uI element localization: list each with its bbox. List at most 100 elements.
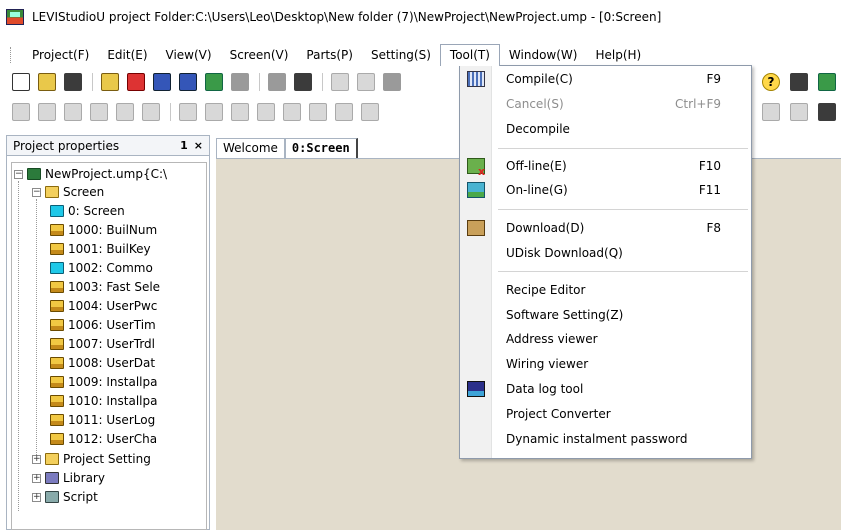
menu-item-download[interactable]: Download(D) F8 xyxy=(460,217,751,239)
menu-item-label: Compile(C) xyxy=(506,72,573,86)
center-horizontal-icon[interactable] xyxy=(283,103,301,121)
menu-item-offline[interactable]: x Off-line(E) F10 xyxy=(460,155,751,177)
tree-screen-folder-label: Screen xyxy=(63,185,105,199)
menu-item-label: On-line(G) xyxy=(506,183,568,197)
ungroup-icon[interactable] xyxy=(142,103,160,121)
close-icon[interactable]: × xyxy=(194,139,203,152)
menu-edit[interactable]: Edit(E) xyxy=(98,44,156,66)
menu-window[interactable]: Window(W) xyxy=(500,44,587,66)
same-width-icon[interactable] xyxy=(335,103,353,121)
menu-screen[interactable]: Screen(V) xyxy=(221,44,298,66)
cut-icon[interactable] xyxy=(331,73,349,91)
menu-item-dynamic-instalment-password[interactable]: Dynamic instalment password xyxy=(460,428,751,450)
tab-welcome[interactable]: Welcome xyxy=(216,138,285,158)
menu-item-data-log-tool[interactable]: Data log tool xyxy=(460,378,751,400)
document-tabs: Welcome 0:Screen xyxy=(216,136,358,158)
tree-script-label: Script xyxy=(63,490,98,504)
new-screen-icon[interactable] xyxy=(101,73,119,91)
menu-tool[interactable]: Tool(T) xyxy=(439,44,500,66)
tree-project-setting[interactable]: + Project Setting xyxy=(32,450,151,468)
tree-screen-item[interactable]: 1009: Installpa xyxy=(50,373,158,391)
text-icon[interactable] xyxy=(790,103,808,121)
window-list-icon[interactable] xyxy=(231,73,249,91)
menubar-grip[interactable] xyxy=(10,47,13,63)
menu-parts[interactable]: Parts(P) xyxy=(297,44,362,66)
menu-item-software-setting[interactable]: Software Setting(Z) xyxy=(460,304,751,326)
tab-screen[interactable]: 0:Screen xyxy=(284,138,358,158)
menu-view[interactable]: View(V) xyxy=(157,44,221,66)
tree-screen-label: 1001: BuilKey xyxy=(68,242,151,256)
menu-setting[interactable]: Setting(S) xyxy=(362,44,440,66)
tree-screen-label: 1002: Commo xyxy=(68,261,153,275)
rotate-right-icon[interactable] xyxy=(205,103,223,121)
delete-screen-icon[interactable] xyxy=(127,73,145,91)
menu-project[interactable]: Project(F) xyxy=(23,44,98,66)
help-icon[interactable]: ? xyxy=(762,73,780,91)
copy-screen-icon[interactable] xyxy=(179,73,197,91)
collapse-icon[interactable]: − xyxy=(32,187,41,197)
align-right-icon[interactable] xyxy=(38,103,56,121)
tree-script[interactable]: + Script xyxy=(32,488,98,506)
online-toolbar-icon[interactable] xyxy=(818,73,836,91)
tree-screen-folder[interactable]: − Screen xyxy=(32,183,104,201)
save-icon[interactable] xyxy=(268,73,286,91)
tree-screen-item[interactable]: 1008: UserDat xyxy=(50,354,155,372)
tree-library[interactable]: + Library xyxy=(32,469,105,487)
menu-help[interactable]: Help(H) xyxy=(586,44,650,66)
expand-icon[interactable]: + xyxy=(32,454,41,464)
tree-screen-item[interactable]: 1007: UserTrdl xyxy=(50,335,155,353)
save-all-icon[interactable] xyxy=(294,73,312,91)
pin-icon[interactable]: 1 xyxy=(180,139,188,152)
menu-item-decompile[interactable]: Decompile xyxy=(460,118,751,140)
align-top-icon[interactable] xyxy=(231,103,249,121)
tree-screen-item[interactable]: 1004: UserPwc xyxy=(50,297,157,315)
same-height-icon[interactable] xyxy=(361,103,379,121)
tree-screen-item[interactable]: 1001: BuilKey xyxy=(50,240,151,258)
open-project-icon[interactable] xyxy=(38,73,56,91)
paste-icon[interactable] xyxy=(383,73,401,91)
frame-icon[interactable] xyxy=(762,103,780,121)
data-log-toolbar-icon[interactable] xyxy=(790,73,808,91)
tree-root[interactable]: − NewProject.ump{C:\ xyxy=(14,165,167,183)
project-tree[interactable]: − NewProject.ump{C:\ − Screen 0: Screen … xyxy=(11,162,207,530)
copy-icon[interactable] xyxy=(357,73,375,91)
tree-screen-item[interactable]: 1002: Commo xyxy=(50,259,153,277)
tree-screen-item[interactable]: 0: Screen xyxy=(50,202,125,220)
library-icon xyxy=(45,472,59,484)
screen-open-icon[interactable] xyxy=(205,73,223,91)
expand-icon[interactable]: + xyxy=(32,492,41,502)
menu-item-compile[interactable]: Compile(C) F9 xyxy=(460,68,751,90)
group-icon[interactable] xyxy=(116,103,134,121)
menu-item-cancel[interactable]: Cancel(S) Ctrl+F9 xyxy=(460,93,751,115)
menu-item-wiring-viewer[interactable]: Wiring viewer xyxy=(460,353,751,375)
menu-item-online[interactable]: On-line(G) F11 xyxy=(460,179,751,201)
align-left-icon[interactable] xyxy=(12,103,30,121)
send-back-icon[interactable] xyxy=(90,103,108,121)
new-project-icon[interactable] xyxy=(12,73,30,91)
toolbar-separator xyxy=(259,73,260,91)
tree-screen-item[interactable]: 1000: BuilNum xyxy=(50,221,157,239)
collapse-icon[interactable]: − xyxy=(14,169,23,179)
tree-screen-item[interactable]: 1010: Installpa xyxy=(50,392,158,410)
screen-icon xyxy=(50,262,64,274)
tree-screen-label: 1009: Installpa xyxy=(68,375,158,389)
align-bottom-icon[interactable] xyxy=(257,103,275,121)
menu-item-recipe-editor[interactable]: Recipe Editor xyxy=(460,279,751,301)
menu-item-udisk-download[interactable]: UDisk Download(Q) xyxy=(460,242,751,264)
menu-item-project-converter[interactable]: Project Converter xyxy=(460,403,751,425)
shape-icon[interactable] xyxy=(818,103,836,121)
rotate-left-icon[interactable] xyxy=(179,103,197,121)
toolbar-separator xyxy=(322,73,323,91)
distribute-icon[interactable] xyxy=(309,103,327,121)
tree-screen-item[interactable]: 1006: UserTim xyxy=(50,316,156,334)
menu-item-address-viewer[interactable]: Address viewer xyxy=(460,328,751,350)
screen-properties-icon[interactable] xyxy=(153,73,171,91)
tree-screen-item[interactable]: 1003: Fast Sele xyxy=(50,278,160,296)
tree-screen-item[interactable]: 1012: UserCha xyxy=(50,430,157,448)
close-project-icon[interactable] xyxy=(64,73,82,91)
app-logo-icon xyxy=(6,9,24,25)
bring-front-icon[interactable] xyxy=(64,103,82,121)
tree-project-setting-label: Project Setting xyxy=(63,452,151,466)
expand-icon[interactable]: + xyxy=(32,473,41,483)
tree-screen-item[interactable]: 1011: UserLog xyxy=(50,411,155,429)
